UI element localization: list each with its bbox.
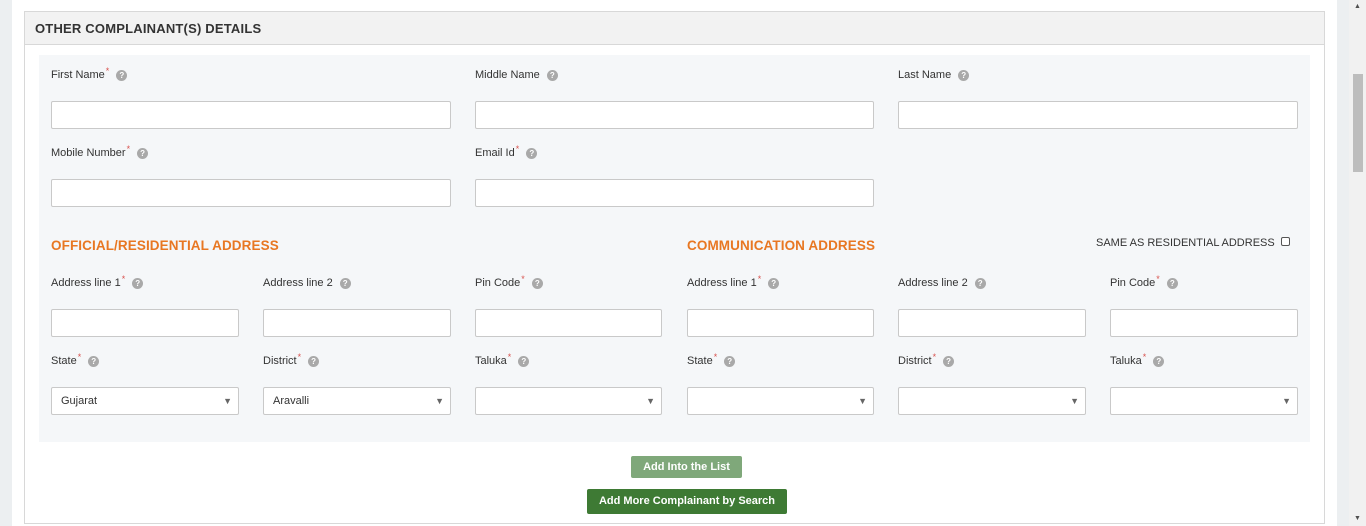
scroll-down-icon[interactable]: ▼ bbox=[1349, 512, 1366, 526]
comm-district-label: District*? bbox=[898, 352, 955, 367]
email-id-label: Email Id*? bbox=[475, 144, 538, 159]
help-icon[interactable]: ? bbox=[526, 148, 538, 159]
required-marker: * bbox=[105, 66, 110, 76]
comm-taluka-label: Taluka*? bbox=[1110, 352, 1165, 367]
complainant-form: First Name*? Middle Name? Last Name? Mob… bbox=[39, 55, 1310, 442]
official-district-select[interactable]: Aravalli ▼ bbox=[263, 387, 451, 415]
comm-district-select[interactable]: ▼ bbox=[898, 387, 1086, 415]
chevron-down-icon: ▼ bbox=[435, 396, 444, 406]
vertical-scrollbar[interactable]: ▲ ▼ bbox=[1349, 0, 1366, 526]
help-icon[interactable]: ? bbox=[943, 356, 955, 367]
official-state-label: State*? bbox=[51, 352, 100, 367]
panel-title: OTHER COMPLAINANT(S) DETAILS bbox=[25, 12, 1324, 45]
other-complainants-panel: OTHER COMPLAINANT(S) DETAILS First Name*… bbox=[24, 11, 1325, 524]
help-icon[interactable]: ? bbox=[958, 70, 970, 81]
official-address-line1-label: Address line 1*? bbox=[51, 274, 144, 289]
comm-address-line1-input[interactable] bbox=[687, 309, 874, 337]
required-marker: * bbox=[1142, 352, 1147, 362]
official-address-line1-input[interactable] bbox=[51, 309, 239, 337]
required-marker: * bbox=[507, 352, 512, 362]
page: OTHER COMPLAINANT(S) DETAILS First Name*… bbox=[12, 0, 1337, 526]
first-name-input[interactable] bbox=[51, 101, 451, 129]
help-icon[interactable]: ? bbox=[1166, 278, 1178, 289]
email-id-input[interactable] bbox=[475, 179, 874, 207]
last-name-label: Last Name? bbox=[898, 69, 970, 81]
help-icon[interactable]: ? bbox=[546, 70, 558, 81]
comm-address-line1-label: Address line 1*? bbox=[687, 274, 780, 289]
official-taluka-label: Taluka*? bbox=[475, 352, 530, 367]
official-state-select[interactable]: Gujarat ▼ bbox=[51, 387, 239, 415]
official-district-label: District*? bbox=[263, 352, 320, 367]
required-marker: * bbox=[521, 274, 525, 284]
same-as-residential: SAME AS RESIDENTIAL ADDRESS bbox=[1096, 237, 1290, 249]
required-marker: * bbox=[126, 144, 131, 154]
chevron-down-icon: ▼ bbox=[223, 396, 232, 406]
add-into-list-button[interactable]: Add Into the List bbox=[631, 456, 742, 478]
help-icon[interactable]: ? bbox=[1153, 356, 1165, 367]
comm-pin-code-label: Pin Code*? bbox=[1110, 274, 1178, 289]
comm-address-line2-input[interactable] bbox=[898, 309, 1086, 337]
help-icon[interactable]: ? bbox=[974, 278, 986, 289]
chevron-down-icon: ▼ bbox=[1282, 396, 1291, 406]
same-as-residential-checkbox[interactable] bbox=[1280, 237, 1290, 246]
official-pin-code-input[interactable] bbox=[475, 309, 662, 337]
mobile-number-input[interactable] bbox=[51, 179, 451, 207]
required-marker: * bbox=[757, 274, 762, 284]
required-marker: * bbox=[77, 352, 82, 362]
middle-name-label: Middle Name? bbox=[475, 69, 558, 81]
add-more-complainant-button[interactable]: Add More Complainant by Search bbox=[587, 489, 787, 514]
help-icon[interactable]: ? bbox=[518, 356, 530, 367]
required-marker: * bbox=[515, 144, 520, 154]
comm-state-select[interactable]: ▼ bbox=[687, 387, 874, 415]
help-icon[interactable]: ? bbox=[531, 278, 543, 289]
scroll-thumb[interactable] bbox=[1353, 74, 1363, 172]
comm-pin-code-input[interactable] bbox=[1110, 309, 1298, 337]
help-icon[interactable]: ? bbox=[88, 356, 100, 367]
chevron-down-icon: ▼ bbox=[646, 396, 655, 406]
required-marker: * bbox=[932, 352, 937, 362]
official-address-title: OFFICIAL/RESIDENTIAL ADDRESS bbox=[51, 238, 279, 253]
official-taluka-select[interactable]: ▼ bbox=[475, 387, 662, 415]
comm-address-line2-label: Address line 2? bbox=[898, 277, 986, 289]
first-name-label: First Name*? bbox=[51, 66, 128, 81]
help-icon[interactable]: ? bbox=[137, 148, 149, 159]
help-icon[interactable]: ? bbox=[132, 278, 144, 289]
help-icon[interactable]: ? bbox=[339, 278, 351, 289]
last-name-input[interactable] bbox=[898, 101, 1298, 129]
mobile-number-label: Mobile Number*? bbox=[51, 144, 149, 159]
required-marker: * bbox=[121, 274, 126, 284]
help-icon[interactable]: ? bbox=[724, 356, 736, 367]
middle-name-input[interactable] bbox=[475, 101, 874, 129]
chevron-down-icon: ▼ bbox=[858, 396, 867, 406]
comm-taluka-select[interactable]: ▼ bbox=[1110, 387, 1298, 415]
help-icon[interactable]: ? bbox=[116, 70, 128, 81]
official-pin-code-label: Pin Code*? bbox=[475, 274, 543, 289]
comm-state-label: State*? bbox=[687, 352, 736, 367]
chevron-down-icon: ▼ bbox=[1070, 396, 1079, 406]
communication-address-title: COMMUNICATION ADDRESS bbox=[687, 238, 876, 253]
required-marker: * bbox=[297, 352, 302, 362]
help-icon[interactable]: ? bbox=[308, 356, 320, 367]
official-address-line2-input[interactable] bbox=[263, 309, 451, 337]
help-icon[interactable]: ? bbox=[768, 278, 780, 289]
required-marker: * bbox=[713, 352, 718, 362]
required-marker: * bbox=[1156, 274, 1160, 284]
scroll-up-icon[interactable]: ▲ bbox=[1349, 0, 1366, 14]
official-address-line2-label: Address line 2? bbox=[263, 277, 351, 289]
